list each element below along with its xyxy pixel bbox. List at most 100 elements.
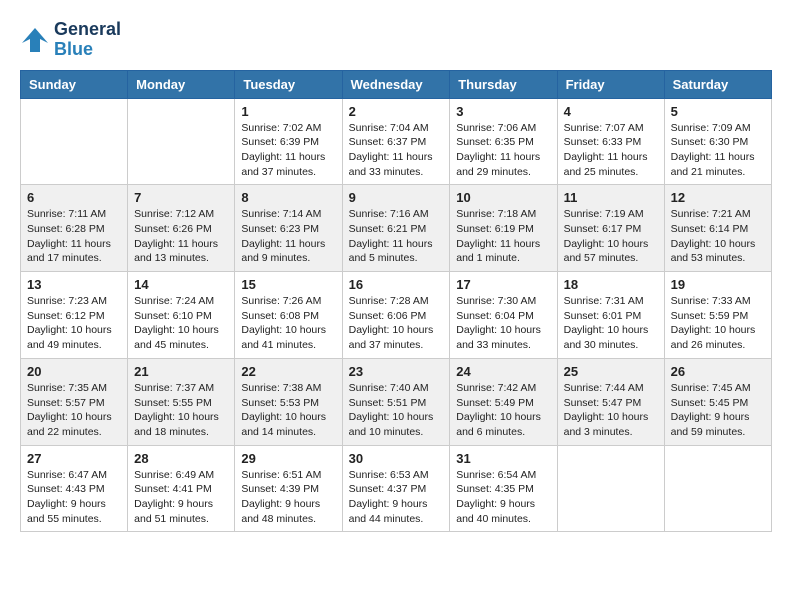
calendar-cell: 31 Sunrise: 6:54 AM Sunset: 4:35 PM Dayli… (450, 445, 557, 532)
day-info: Sunrise: 7:04 AM Sunset: 6:37 PM Dayligh… (349, 121, 444, 180)
calendar-cell: 19 Sunrise: 7:33 AM Sunset: 5:59 PM Dayli… (664, 272, 771, 359)
day-info: Sunrise: 6:49 AM Sunset: 4:41 PM Dayligh… (134, 468, 228, 527)
day-number: 21 (134, 364, 228, 379)
calendar-cell (128, 98, 235, 185)
day-info: Sunrise: 6:54 AM Sunset: 4:35 PM Dayligh… (456, 468, 550, 527)
day-info: Sunrise: 7:40 AM Sunset: 5:51 PM Dayligh… (349, 381, 444, 440)
day-number: 11 (564, 190, 658, 205)
calendar-cell: 7 Sunrise: 7:12 AM Sunset: 6:26 PM Daylig… (128, 185, 235, 272)
day-number: 20 (27, 364, 121, 379)
day-info: Sunrise: 7:02 AM Sunset: 6:39 PM Dayligh… (241, 121, 335, 180)
day-info: Sunrise: 7:31 AM Sunset: 6:01 PM Dayligh… (564, 294, 658, 353)
calendar-cell: 25Sunrise: 7:44 AM Sunset: 5:47 PM Dayli… (557, 358, 664, 445)
weekday-header-wednesday: Wednesday (342, 70, 450, 98)
calendar-cell (557, 445, 664, 532)
day-info: Sunrise: 7:14 AM Sunset: 6:23 PM Dayligh… (241, 207, 335, 266)
day-info: Sunrise: 7:16 AM Sunset: 6:21 PM Dayligh… (349, 207, 444, 266)
day-info: Sunrise: 7:18 AM Sunset: 6:19 PM Dayligh… (456, 207, 550, 266)
day-info: Sunrise: 7:24 AM Sunset: 6:10 PM Dayligh… (134, 294, 228, 353)
day-number: 29 (241, 451, 335, 466)
day-number: 5 (671, 104, 765, 119)
calendar-cell: 1 Sunrise: 7:02 AM Sunset: 6:39 PM Daylig… (235, 98, 342, 185)
calendar-body: 1 Sunrise: 7:02 AM Sunset: 6:39 PM Daylig… (21, 98, 772, 532)
day-info: Sunrise: 7:23 AM Sunset: 6:12 PM Dayligh… (27, 294, 121, 353)
calendar-cell: 10 Sunrise: 7:18 AM Sunset: 6:19 PM Dayli… (450, 185, 557, 272)
calendar-cell: 21 Sunrise: 7:37 AM Sunset: 5:55 PM Dayli… (128, 358, 235, 445)
calendar-cell: 4 Sunrise: 7:07 AM Sunset: 6:33 PM Daylig… (557, 98, 664, 185)
day-number: 31 (456, 451, 550, 466)
day-number: 14 (134, 277, 228, 292)
day-info: Sunrise: 7:30 AM Sunset: 6:04 PM Dayligh… (456, 294, 550, 353)
day-info: Sunrise: 7:09 AM Sunset: 6:30 PM Dayligh… (671, 121, 765, 180)
calendar-cell: 27 Sunrise: 6:47 AM Sunset: 4:43 PM Dayli… (21, 445, 128, 532)
calendar-cell: 29Sunrise: 6:51 AM Sunset: 4:39 PM Dayli… (235, 445, 342, 532)
logo-icon (20, 25, 50, 55)
calendar-cell: 8 Sunrise: 7:14 AM Sunset: 6:23 PM Daylig… (235, 185, 342, 272)
day-number: 13 (27, 277, 121, 292)
day-info: Sunrise: 7:33 AM Sunset: 5:59 PM Dayligh… (671, 294, 765, 353)
calendar-cell (21, 98, 128, 185)
weekday-header-tuesday: Tuesday (235, 70, 342, 98)
day-info: Sunrise: 7:12 AM Sunset: 6:26 PM Dayligh… (134, 207, 228, 266)
day-number: 23 (349, 364, 444, 379)
weekday-header-saturday: Saturday (664, 70, 771, 98)
day-info: Sunrise: 7:11 AM Sunset: 6:28 PM Dayligh… (27, 207, 121, 266)
calendar-cell: 2Sunrise: 7:04 AM Sunset: 6:37 PM Daylig… (342, 98, 450, 185)
calendar-week-4: 20Sunrise: 7:35 AM Sunset: 5:57 PM Dayli… (21, 358, 772, 445)
day-number: 1 (241, 104, 335, 119)
day-number: 24 (456, 364, 550, 379)
calendar-cell: 22Sunrise: 7:38 AM Sunset: 5:53 PM Dayli… (235, 358, 342, 445)
calendar-cell: 17Sunrise: 7:30 AM Sunset: 6:04 PM Dayli… (450, 272, 557, 359)
day-number: 3 (456, 104, 550, 119)
calendar-cell: 15Sunrise: 7:26 AM Sunset: 6:08 PM Dayli… (235, 272, 342, 359)
day-number: 4 (564, 104, 658, 119)
day-info: Sunrise: 7:45 AM Sunset: 5:45 PM Dayligh… (671, 381, 765, 440)
day-number: 8 (241, 190, 335, 205)
day-info: Sunrise: 7:37 AM Sunset: 5:55 PM Dayligh… (134, 381, 228, 440)
day-number: 19 (671, 277, 765, 292)
calendar-cell: 14 Sunrise: 7:24 AM Sunset: 6:10 PM Dayli… (128, 272, 235, 359)
calendar-week-5: 27 Sunrise: 6:47 AM Sunset: 4:43 PM Dayli… (21, 445, 772, 532)
day-number: 26 (671, 364, 765, 379)
calendar-cell: 24 Sunrise: 7:42 AM Sunset: 5:49 PM Dayli… (450, 358, 557, 445)
calendar-cell: 13 Sunrise: 7:23 AM Sunset: 6:12 PM Dayli… (21, 272, 128, 359)
calendar-cell: 18 Sunrise: 7:31 AM Sunset: 6:01 PM Dayli… (557, 272, 664, 359)
weekday-header-thursday: Thursday (450, 70, 557, 98)
calendar-cell: 12Sunrise: 7:21 AM Sunset: 6:14 PM Dayli… (664, 185, 771, 272)
calendar-cell (664, 445, 771, 532)
logo-text: General Blue (54, 20, 121, 60)
weekday-header-row: SundayMondayTuesdayWednesdayThursdayFrid… (21, 70, 772, 98)
calendar-cell: 6 Sunrise: 7:11 AM Sunset: 6:28 PM Daylig… (21, 185, 128, 272)
day-number: 7 (134, 190, 228, 205)
day-number: 18 (564, 277, 658, 292)
day-number: 27 (27, 451, 121, 466)
day-info: Sunrise: 6:53 AM Sunset: 4:37 PM Dayligh… (349, 468, 444, 527)
day-info: Sunrise: 7:07 AM Sunset: 6:33 PM Dayligh… (564, 121, 658, 180)
calendar-cell: 26 Sunrise: 7:45 AM Sunset: 5:45 PM Dayli… (664, 358, 771, 445)
day-number: 28 (134, 451, 228, 466)
calendar-cell: 9Sunrise: 7:16 AM Sunset: 6:21 PM Daylig… (342, 185, 450, 272)
calendar-cell: 23 Sunrise: 7:40 AM Sunset: 5:51 PM Dayli… (342, 358, 450, 445)
calendar-cell: 3Sunrise: 7:06 AM Sunset: 6:35 PM Daylig… (450, 98, 557, 185)
day-info: Sunrise: 7:19 AM Sunset: 6:17 PM Dayligh… (564, 207, 658, 266)
calendar-cell: 11 Sunrise: 7:19 AM Sunset: 6:17 PM Dayli… (557, 185, 664, 272)
calendar-week-3: 13 Sunrise: 7:23 AM Sunset: 6:12 PM Dayli… (21, 272, 772, 359)
day-info: Sunrise: 7:26 AM Sunset: 6:08 PM Dayligh… (241, 294, 335, 353)
day-number: 10 (456, 190, 550, 205)
calendar-cell: 28 Sunrise: 6:49 AM Sunset: 4:41 PM Dayli… (128, 445, 235, 532)
logo: General Blue (20, 20, 121, 60)
calendar-week-2: 6 Sunrise: 7:11 AM Sunset: 6:28 PM Daylig… (21, 185, 772, 272)
header: General Blue (20, 20, 772, 60)
weekday-header-sunday: Sunday (21, 70, 128, 98)
day-info: Sunrise: 7:28 AM Sunset: 6:06 PM Dayligh… (349, 294, 444, 353)
day-number: 12 (671, 190, 765, 205)
day-number: 6 (27, 190, 121, 205)
calendar-cell: 5 Sunrise: 7:09 AM Sunset: 6:30 PM Daylig… (664, 98, 771, 185)
day-info: Sunrise: 6:47 AM Sunset: 4:43 PM Dayligh… (27, 468, 121, 527)
calendar-week-1: 1 Sunrise: 7:02 AM Sunset: 6:39 PM Daylig… (21, 98, 772, 185)
day-number: 30 (349, 451, 444, 466)
calendar-table: SundayMondayTuesdayWednesdayThursdayFrid… (20, 70, 772, 533)
day-info: Sunrise: 7:42 AM Sunset: 5:49 PM Dayligh… (456, 381, 550, 440)
day-number: 16 (349, 277, 444, 292)
day-number: 25 (564, 364, 658, 379)
